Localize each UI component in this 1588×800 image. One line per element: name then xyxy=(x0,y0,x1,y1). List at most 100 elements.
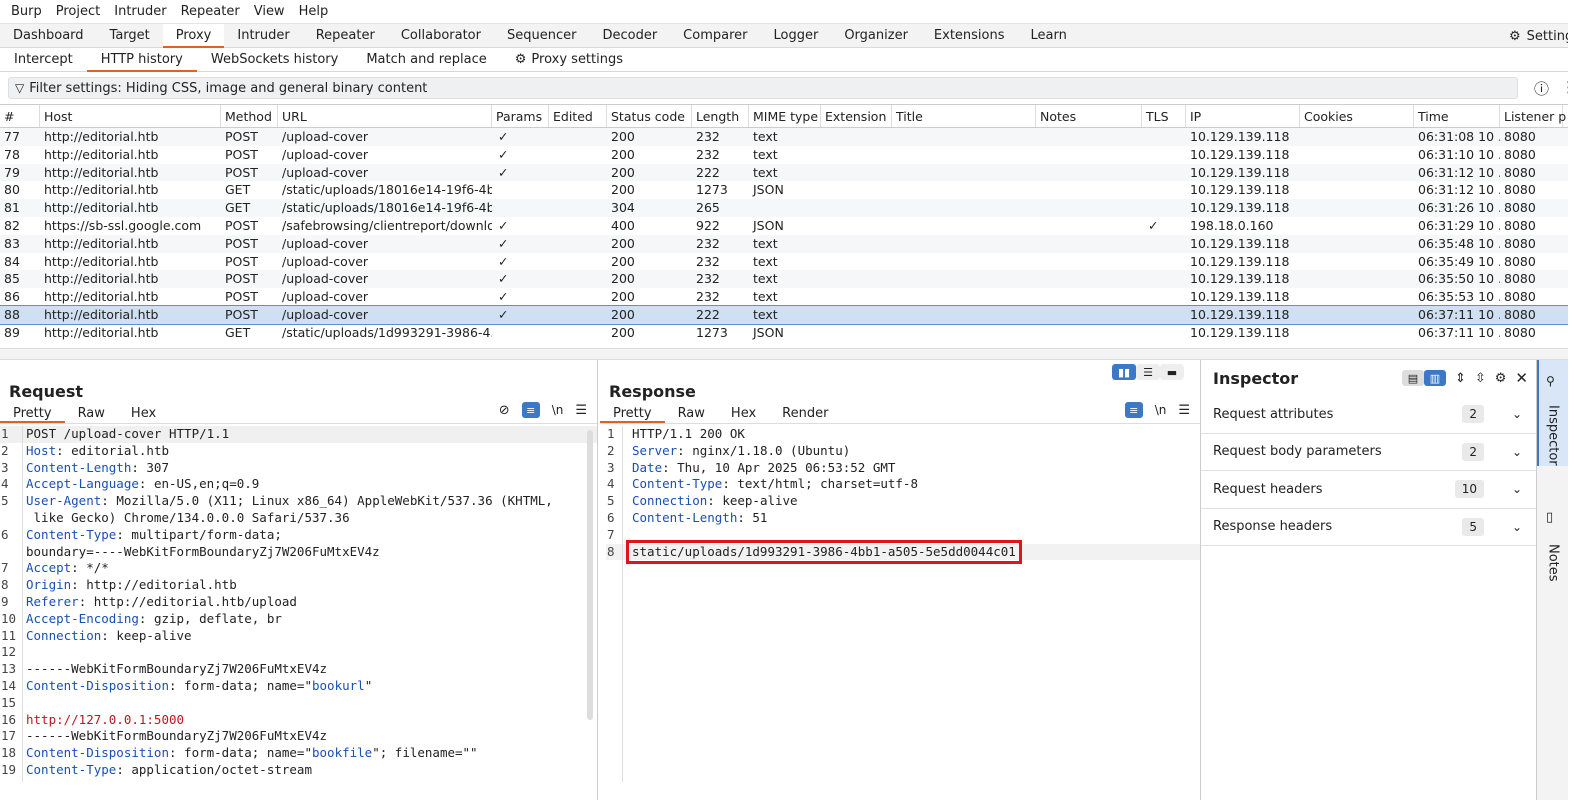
layout-list-icon[interactable]: ▤ xyxy=(1401,370,1424,386)
column-header-listener-p[interactable]: Listener p xyxy=(1500,105,1566,127)
table-row[interactable]: 79 http://editorial.htb POST/upload-cover ✓… xyxy=(0,163,1568,182)
menu-icon[interactable]: ☰ xyxy=(1178,403,1190,418)
table-row[interactable]: 84 http://editorial.htb POST/upload-cover ✓… xyxy=(0,253,1568,271)
expand-all-icon[interactable]: ⇕ xyxy=(1455,371,1466,386)
window-scrollbar[interactable] xyxy=(1568,0,1588,800)
table-row[interactable]: 86 http://editorial.htb POST/upload-cover ✓… xyxy=(0,288,1568,306)
column-header-mime-type[interactable]: MIME type xyxy=(749,105,821,127)
column-header-method[interactable]: Method xyxy=(221,105,278,127)
tab-learn[interactable]: Learn xyxy=(1018,24,1080,48)
column-header-number[interactable]: # xyxy=(0,105,40,127)
tab-logger[interactable]: Logger xyxy=(761,24,832,48)
tab-decoder[interactable]: Decoder xyxy=(589,24,670,48)
inspector-section-response-headers[interactable]: Response headers 5 ⌄ xyxy=(1201,509,1536,546)
inspector-section-request-attributes[interactable]: Request attributes 2 ⌄ xyxy=(1201,396,1536,434)
table-cell: 222 xyxy=(696,306,720,322)
table-row[interactable]: 88 http://editorial.htb POST/upload-cover ✓… xyxy=(0,304,1568,325)
request-tab-raw[interactable]: Raw xyxy=(65,404,118,423)
menu-intruder[interactable]: Intruder xyxy=(107,4,173,19)
chevron-down-icon[interactable]: ⌄ xyxy=(1512,520,1522,534)
tab-organizer[interactable]: Organizer xyxy=(831,24,921,48)
chevron-down-icon[interactable]: ⌄ xyxy=(1512,482,1522,496)
layout-single-icon[interactable]: ▬ xyxy=(1160,364,1184,380)
column-header-time[interactable]: Time xyxy=(1414,105,1500,127)
table-cell: 232 xyxy=(696,271,720,287)
collapse-all-icon[interactable]: ⇳ xyxy=(1475,371,1486,386)
table-row[interactable]: 89 http://editorial.htb GET/static/uploads… xyxy=(0,324,1568,342)
close-icon[interactable]: ✕ xyxy=(1515,369,1528,387)
column-header-status-code[interactable]: Status code xyxy=(607,105,692,127)
column-header-ip[interactable]: IP xyxy=(1186,105,1300,127)
menu-help[interactable]: Help xyxy=(292,4,336,19)
subtab-websockets-history[interactable]: WebSockets history xyxy=(197,48,352,72)
column-header-host[interactable]: Host xyxy=(40,105,221,127)
response-tab-raw[interactable]: Raw xyxy=(665,404,718,423)
gear-icon[interactable]: ⚙ xyxy=(1495,371,1507,386)
tab-intruder[interactable]: Intruder xyxy=(224,24,302,48)
sidebar-tab-inspector[interactable]: Inspector xyxy=(1537,400,1569,470)
table-row[interactable]: 81 http://editorial.htb GET/static/uploads… xyxy=(0,199,1568,217)
pretty-print-icon[interactable]: ≡ xyxy=(1124,402,1143,418)
subtab-http-history[interactable]: HTTP history xyxy=(86,48,197,72)
layout-panel-icon[interactable]: ▥ xyxy=(1423,370,1446,386)
pane-splitter[interactable] xyxy=(0,348,1588,360)
menu-burp[interactable]: Burp xyxy=(4,4,49,19)
column-header-length[interactable]: Length xyxy=(692,105,749,127)
table-row[interactable]: 77 http://editorial.htb POST/upload-cover ✓… xyxy=(0,128,1568,146)
column-header-url[interactable]: URL xyxy=(278,105,492,127)
tab-target[interactable]: Target xyxy=(97,24,163,48)
response-tab-hex[interactable]: Hex xyxy=(718,404,769,423)
inspector-section-request-body-parameters[interactable]: Request body parameters 2 ⌄ xyxy=(1201,434,1536,471)
response-tab-render[interactable]: Render xyxy=(769,404,841,423)
response-tab-pretty[interactable]: Pretty xyxy=(600,404,665,423)
subtab-match-and-replace[interactable]: Match and replace xyxy=(352,48,500,72)
chevron-down-icon[interactable]: ⌄ xyxy=(1512,445,1522,459)
sidebar-tab-notes[interactable]: Notes xyxy=(1537,538,1569,588)
column-header-params[interactable]: Params xyxy=(492,105,549,127)
menu-project[interactable]: Project xyxy=(49,4,107,19)
column-header-notes[interactable]: Notes xyxy=(1036,105,1142,127)
table-cell: text xyxy=(753,271,778,287)
request-editor[interactable]: 1 POST /upload-cover HTTP/1.1 2 Host: edito… xyxy=(0,426,597,782)
response-editor[interactable]: 1 HTTP/1.1 200 OK 2 Server: nginx/1.18.0 (U… xyxy=(600,426,1200,782)
table-row[interactable]: 82 https://sb-ssl.google.com POST/safebrow… xyxy=(0,217,1568,235)
column-header-title[interactable]: Title xyxy=(892,105,1036,127)
column-header-extension[interactable]: Extension xyxy=(821,105,892,127)
tab-proxy[interactable]: Proxy xyxy=(162,23,225,48)
tab-collaborator[interactable]: Collaborator xyxy=(388,24,494,48)
table-row[interactable]: 78 http://editorial.htb POST/upload-cover ✓… xyxy=(0,146,1568,164)
pretty-print-icon[interactable]: ≡ xyxy=(521,402,540,418)
filter-settings-bar[interactable]: ▽ Filter settings: Hiding CSS, image and… xyxy=(8,77,1518,99)
table-cell xyxy=(492,199,549,217)
inspector-section-request-headers[interactable]: Request headers 10 ⌄ xyxy=(1201,471,1536,509)
tab-comparer[interactable]: Comparer xyxy=(670,24,760,48)
tab-dashboard[interactable]: Dashboard xyxy=(0,24,97,48)
chevron-down-icon[interactable]: ⌄ xyxy=(1512,407,1522,421)
table-row[interactable]: 83 http://editorial.htb POST/upload-cover ✓… xyxy=(0,234,1568,253)
column-header-edited[interactable]: Edited xyxy=(549,105,607,127)
column-header-tls[interactable]: TLS xyxy=(1142,105,1186,127)
layout-split-icon[interactable]: ▮▮ xyxy=(1112,364,1136,380)
request-scrollbar[interactable] xyxy=(587,430,593,720)
request-tab-pretty[interactable]: Pretty xyxy=(0,404,65,423)
menu-icon[interactable]: ☰ xyxy=(575,403,587,418)
menu-view[interactable]: View xyxy=(247,4,292,19)
request-tab-hex[interactable]: Hex xyxy=(118,404,169,423)
tab-repeater[interactable]: Repeater xyxy=(303,24,388,48)
notes-tab-icon[interactable]: ▯ xyxy=(1546,510,1553,525)
newline-icon[interactable]: \n xyxy=(552,403,564,417)
menu-repeater[interactable]: Repeater xyxy=(174,4,247,19)
table-row[interactable]: 80 http://editorial.htb GET/static/uploads… xyxy=(0,181,1568,199)
tab-sequencer[interactable]: Sequencer xyxy=(494,24,589,48)
proxy-settings-button[interactable]: ⚙ Proxy settings xyxy=(501,48,637,72)
layout-horizontal-icon[interactable]: ☰ xyxy=(1136,364,1160,380)
newline-icon[interactable]: \n xyxy=(1155,403,1167,417)
hide-eye-icon[interactable]: ⊘ xyxy=(499,403,510,418)
subtab-intercept[interactable]: Intercept xyxy=(0,48,87,72)
table-cell: 06:31:12 10 ... xyxy=(1418,164,1500,180)
column-header-cookies[interactable]: Cookies xyxy=(1300,105,1414,127)
inspector-tab-icon[interactable]: ⚲ xyxy=(1546,374,1555,388)
help-icon[interactable]: ⓘ xyxy=(1534,78,1549,99)
tab-extensions[interactable]: Extensions xyxy=(921,24,1018,48)
table-row[interactable]: 85 http://editorial.htb POST/upload-cover ✓… xyxy=(0,270,1568,289)
